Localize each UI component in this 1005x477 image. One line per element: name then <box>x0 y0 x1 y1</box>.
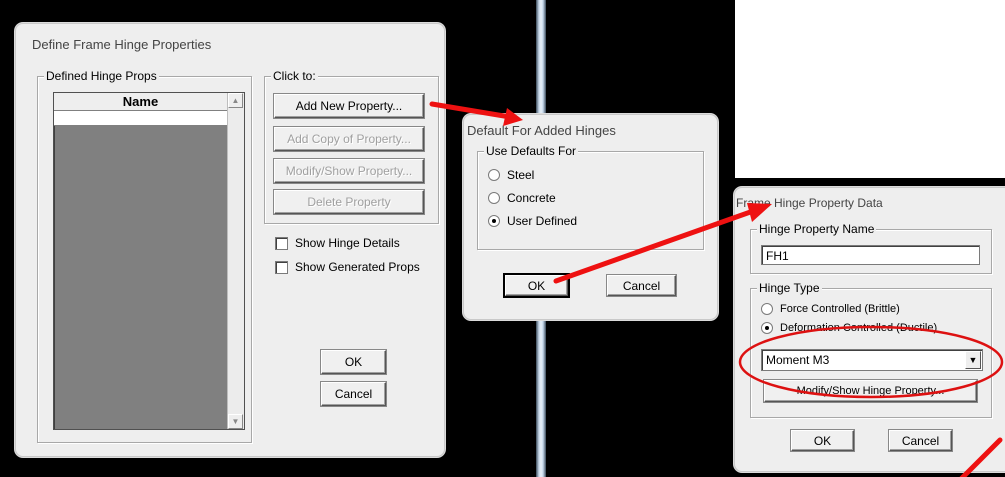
ok-button[interactable]: OK <box>505 275 568 296</box>
radio-label: Deformation Controlled (Ductile) <box>780 322 938 334</box>
list-scrollbar[interactable]: ▲ ▼ <box>227 93 244 429</box>
hinge-dof-select[interactable]: Moment M3 ▼ <box>761 349 983 371</box>
group-label: Use Defaults For <box>484 144 579 158</box>
radio-label: Force Controlled (Brittle) <box>780 303 900 315</box>
radio-button[interactable] <box>488 215 500 227</box>
hinge-name-input[interactable]: FH1 <box>761 245 980 265</box>
radio-button[interactable] <box>488 192 500 204</box>
checkbox-box[interactable] <box>275 260 288 274</box>
radio-label: User Defined <box>507 214 578 228</box>
select-value: Moment M3 <box>766 353 830 367</box>
show-generated-props-checkbox[interactable]: Show Generated Props <box>275 260 420 274</box>
radio-button[interactable] <box>761 322 773 334</box>
hinge-type-group: Hinge Type Force Controlled (Brittle) De… <box>750 281 992 418</box>
radio-label: Concrete <box>507 191 556 205</box>
cancel-button[interactable]: Cancel <box>889 430 952 451</box>
ok-button[interactable]: OK <box>321 350 386 374</box>
cancel-button[interactable]: Cancel <box>607 275 676 296</box>
radio-button[interactable] <box>488 169 500 181</box>
scroll-up-icon[interactable]: ▲ <box>228 93 243 108</box>
modify-show-hinge-property-button[interactable]: Modify/Show Hinge Property... <box>764 380 977 402</box>
modify-show-property-button[interactable]: Modify/Show Property... <box>274 159 424 183</box>
radio-user-defined[interactable]: User Defined <box>488 214 577 228</box>
list-item[interactable] <box>54 111 227 126</box>
radio-label: Steel <box>507 168 535 182</box>
list-header-name: Name <box>54 93 227 111</box>
radio-deformation-controlled[interactable]: Deformation Controlled (Ductile) <box>761 322 937 334</box>
radio-force-controlled[interactable]: Force Controlled (Brittle) <box>761 303 900 315</box>
ok-button[interactable]: OK <box>791 430 854 451</box>
delete-property-button[interactable]: Delete Property <box>274 190 424 214</box>
radio-button[interactable] <box>761 303 773 315</box>
group-label: Hinge Property Name <box>757 222 877 236</box>
define-frame-hinge-dialog: Define Frame Hinge Properties Defined Hi… <box>15 23 445 457</box>
add-copy-property-button[interactable]: Add Copy of Property... <box>274 127 424 151</box>
frame-hinge-property-data-dialog: Frame Hinge Property Data Hinge Property… <box>734 187 1005 472</box>
dialog-title: Define Frame Hinge Properties <box>32 37 212 52</box>
group-label: Hinge Type <box>757 281 822 295</box>
default-added-hinges-dialog: Default For Added Hinges Use Defaults Fo… <box>463 114 718 320</box>
dialog-title: Default For Added Hinges <box>467 123 616 138</box>
chevron-down-icon[interactable]: ▼ <box>965 351 981 369</box>
scroll-down-icon[interactable]: ▼ <box>228 414 243 429</box>
use-defaults-group: Use Defaults For Steel Concrete User Def… <box>477 144 704 250</box>
defined-hinge-props-group: Defined Hinge Props Name ▲ ▼ <box>37 69 252 443</box>
checkbox-label: Show Hinge Details <box>295 236 400 250</box>
group-label: Click to: <box>271 69 318 83</box>
click-to-group: Click to: Add New Property... Add Copy o… <box>264 69 439 224</box>
radio-steel[interactable]: Steel <box>488 168 534 182</box>
hinge-props-list[interactable]: Name ▲ ▼ <box>53 92 245 430</box>
hinge-property-name-group: Hinge Property Name FH1 <box>750 222 992 274</box>
cancel-button[interactable]: Cancel <box>321 382 386 406</box>
add-new-property-button[interactable]: Add New Property... <box>274 94 424 118</box>
show-hinge-details-checkbox[interactable]: Show Hinge Details <box>275 236 400 250</box>
checkbox-label: Show Generated Props <box>295 260 420 274</box>
dialog-title: Frame Hinge Property Data <box>736 196 883 210</box>
group-label: Defined Hinge Props <box>44 69 159 83</box>
radio-concrete[interactable]: Concrete <box>488 191 556 205</box>
checkbox-box[interactable] <box>275 236 288 250</box>
